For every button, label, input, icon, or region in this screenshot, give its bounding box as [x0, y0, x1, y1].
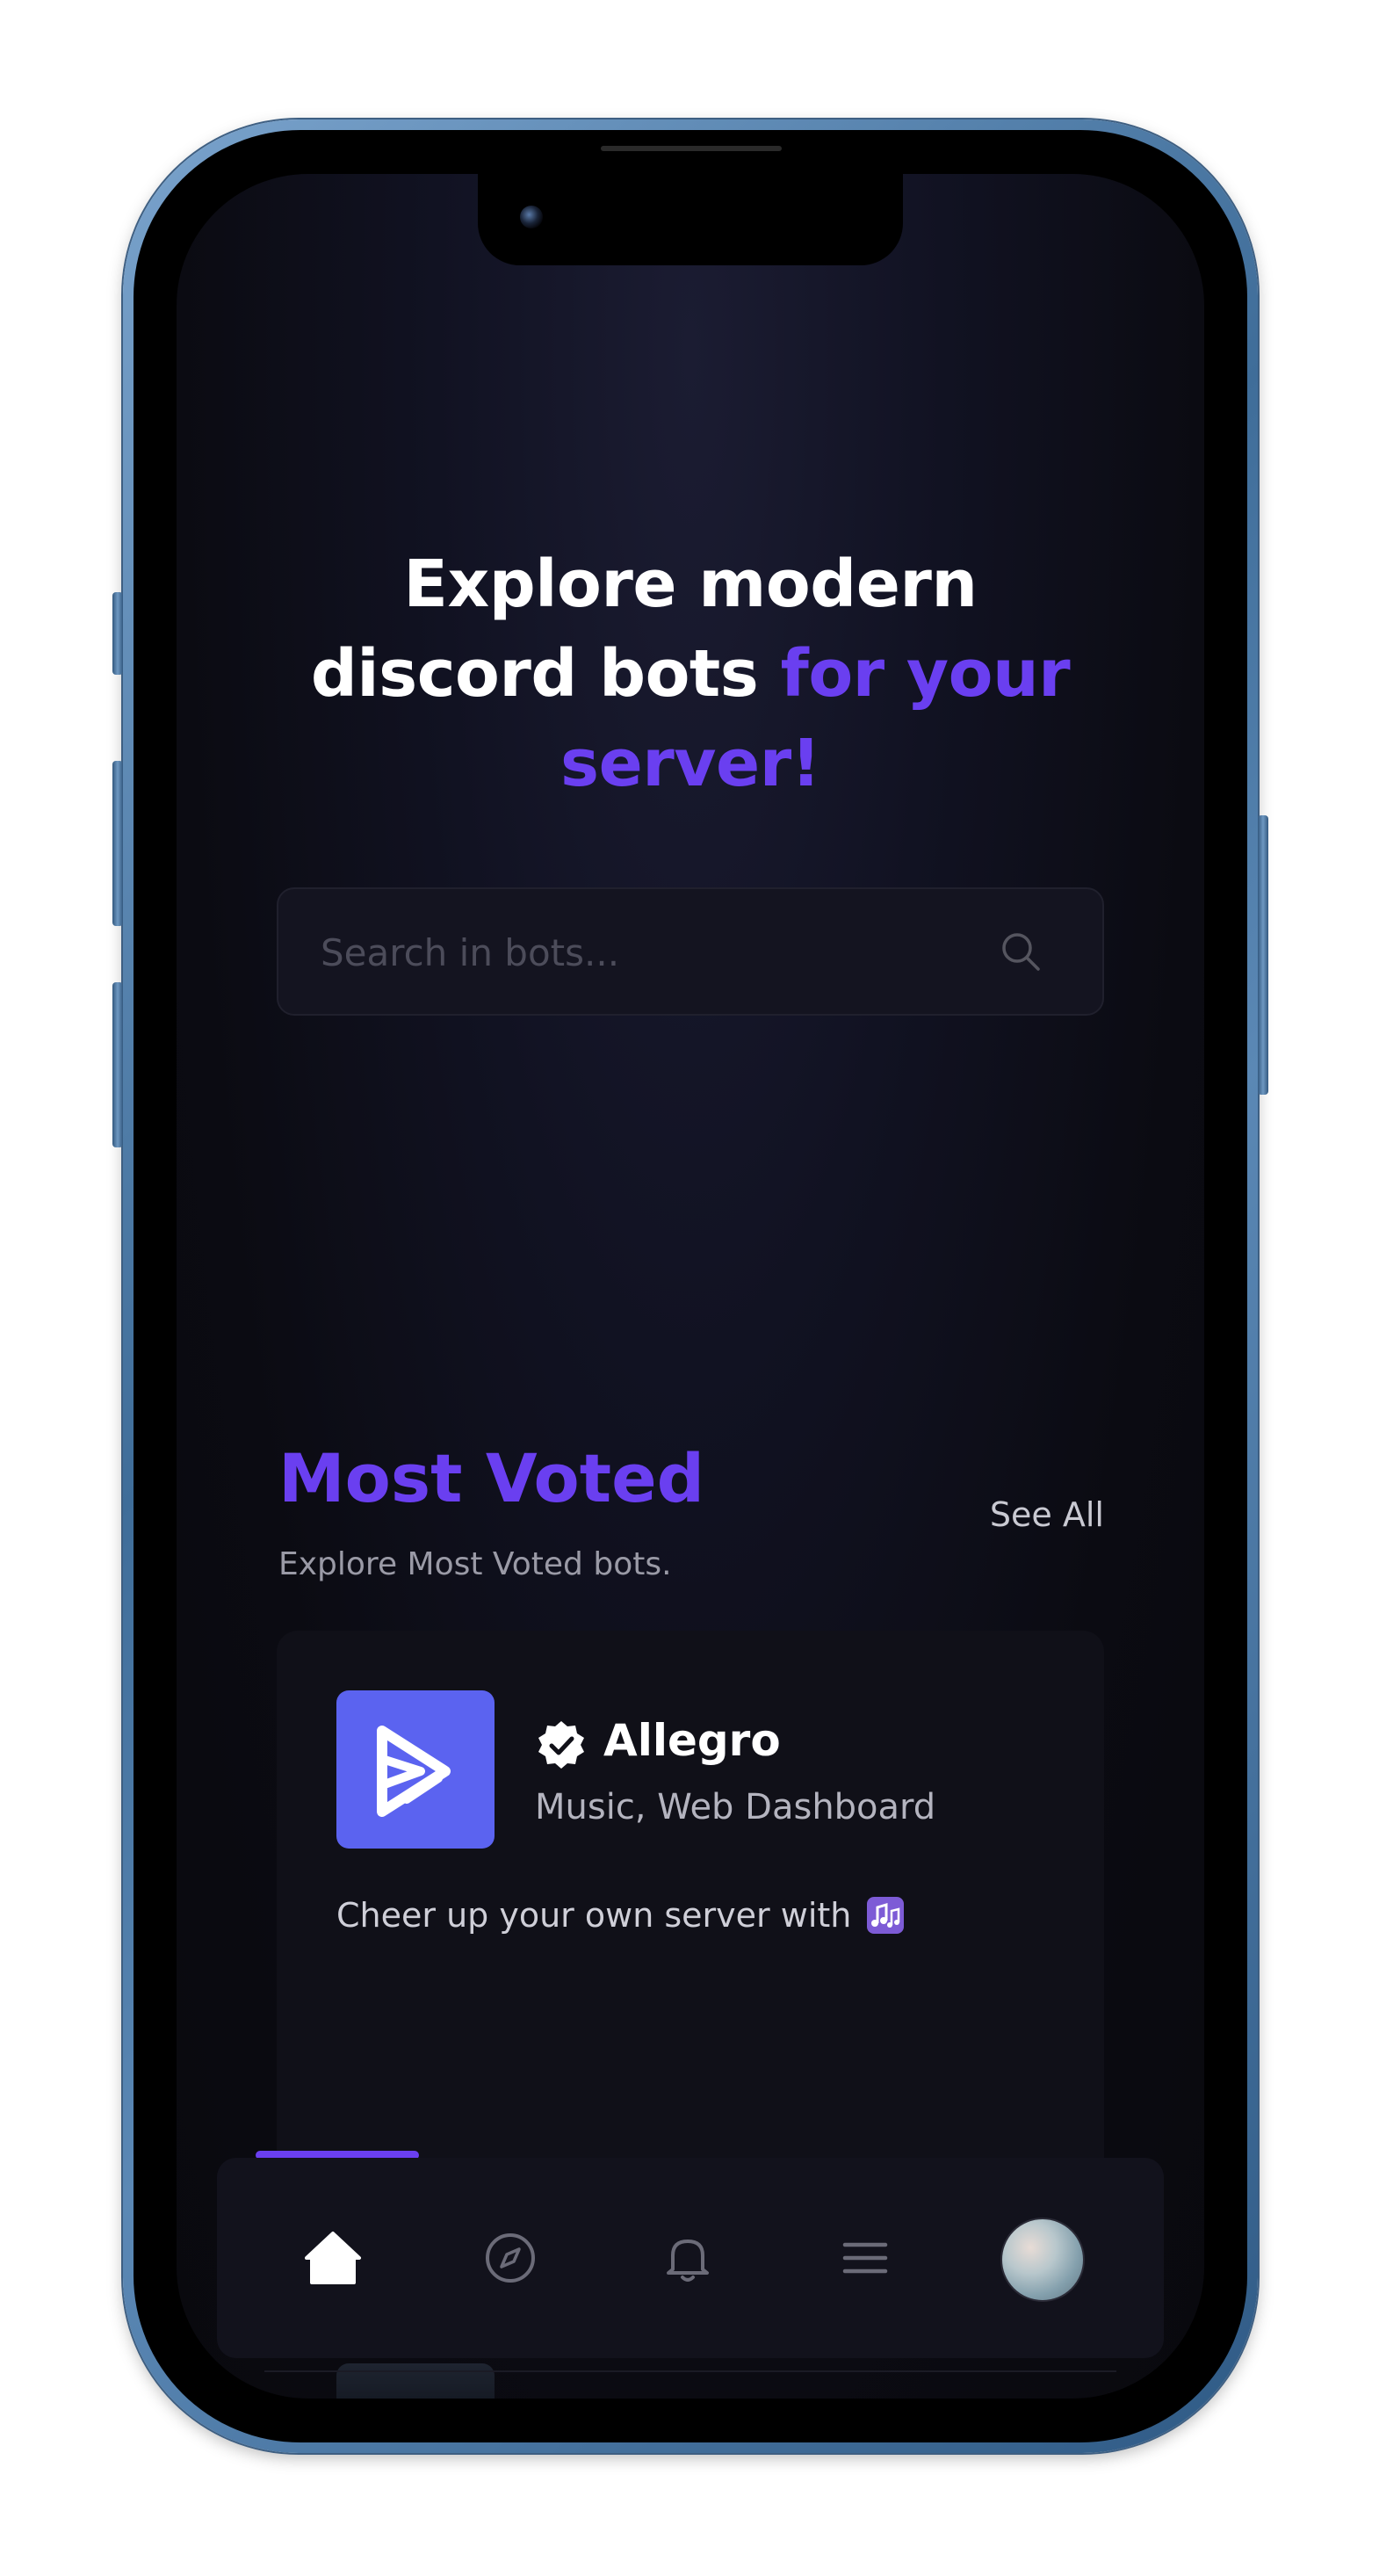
hero-line-2-white: discord bots — [310, 636, 759, 712]
camera-icon — [520, 206, 543, 228]
nav-home[interactable] — [289, 2214, 377, 2302]
side-button-volume-up — [112, 761, 123, 926]
side-button-volume-down — [112, 982, 123, 1147]
hero-line-3: server! — [560, 726, 820, 801]
verified-icon — [538, 1721, 584, 1769]
bot-description-text: Cheer up your own server with — [336, 1896, 852, 1935]
compass-icon — [486, 2233, 535, 2283]
see-all-link[interactable]: See All — [990, 1495, 1104, 1534]
hero-line-1: Explore modern — [403, 546, 978, 622]
bot-description: Cheer up your own server with — [336, 1896, 905, 1935]
app-screen: Explore modern discord bots for your ser… — [177, 174, 1204, 2399]
hero-line-2: discord bots for your — [256, 629, 1125, 719]
next-bot-avatar-peek — [336, 2363, 495, 2399]
nav-explore[interactable] — [466, 2214, 554, 2302]
search-icon[interactable] — [999, 930, 1043, 973]
search-input[interactable] — [319, 889, 990, 1016]
side-button-mute — [112, 592, 123, 675]
section-subtitle: Explore Most Voted bots. — [278, 1546, 672, 1582]
home-icon — [305, 2232, 361, 2284]
nav-menu[interactable] — [821, 2214, 909, 2302]
bot-name[interactable]: Allegro — [603, 1715, 781, 1766]
menu-icon — [842, 2242, 888, 2274]
bot-card[interactable]: Allegro Music, Web Dashboard Cheer up yo… — [277, 1631, 1104, 2193]
hero-line-2-accent: for your — [780, 636, 1071, 712]
screen-bottom-edge — [264, 2370, 1116, 2372]
profile-avatar[interactable] — [1000, 2218, 1085, 2302]
nav-notifications[interactable] — [644, 2214, 732, 2302]
hero-heading: Explore modern discord bots for your ser… — [256, 539, 1125, 808]
bot-avatar — [336, 1690, 495, 1849]
allegro-logo-icon — [377, 1726, 451, 1817]
side-button-power — [1258, 815, 1268, 1095]
bottom-nav — [217, 2158, 1164, 2358]
notch — [478, 174, 903, 265]
musical-notes-icon — [867, 1897, 905, 1934]
speaker-grille — [601, 146, 782, 151]
search-bar[interactable] — [277, 887, 1104, 1016]
bot-tags: Music, Web Dashboard — [535, 1787, 936, 1827]
bell-icon — [667, 2240, 709, 2282]
section-title-most-voted: Most Voted — [278, 1439, 705, 1517]
